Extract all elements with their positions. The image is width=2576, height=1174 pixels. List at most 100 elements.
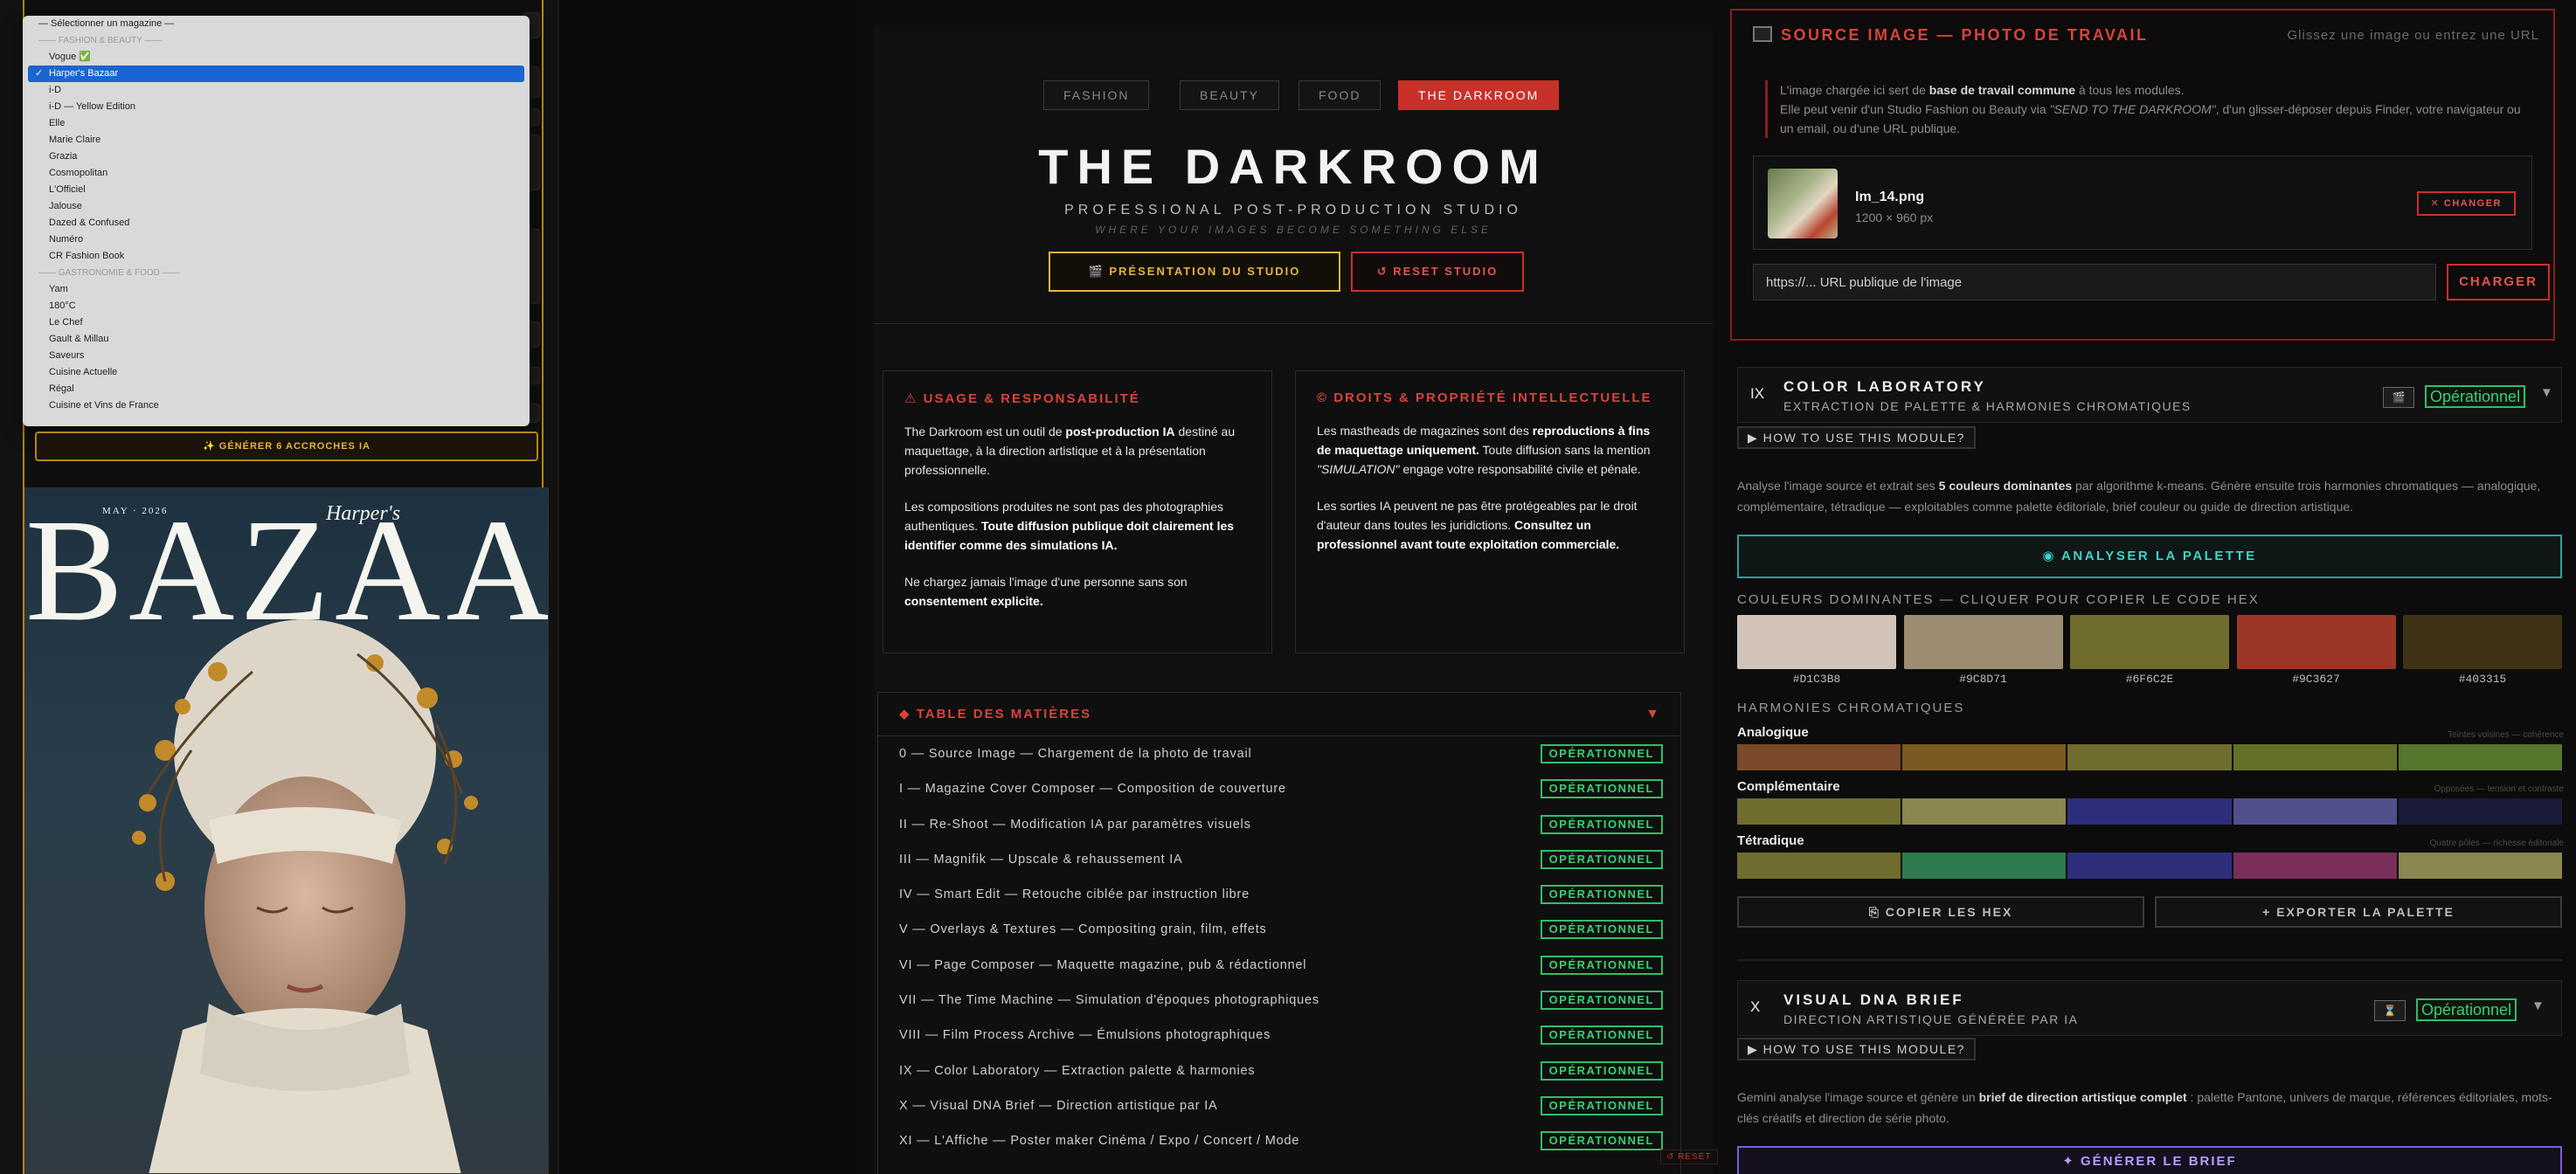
harmony-swatch[interactable] — [2398, 853, 2563, 879]
generate-hooks-button[interactable]: ✨ GÉNÉRER 6 ACCROCHES IA — [35, 432, 538, 461]
dropdown-option[interactable]: Vogue ✅ — [23, 49, 530, 66]
dropdown-option[interactable]: Jalouse — [23, 198, 530, 215]
toc-item-label: 0 — Source Image — Chargement de la phot… — [899, 747, 1252, 761]
module-title: COLOR LABORATORY — [1783, 378, 1986, 395]
dropdown-option[interactable]: 180°C — [23, 298, 530, 314]
tab-fashion[interactable]: FASHION — [1043, 80, 1150, 110]
harmony-swatch[interactable] — [2067, 798, 2232, 825]
dropdown-food-list: Yam 180°C Le Chef Gault & Millau Saveurs Cuis… — [23, 281, 530, 414]
loaded-file-card: Im_14.png 1200 × 960 px ✕ CHANGER — [1753, 155, 2532, 250]
copy-hex-button[interactable]: ⎘ COPIER LES HEX — [1737, 896, 2144, 928]
harmony-name: Complémentaire — [1737, 779, 1840, 794]
dropdown-option[interactable]: Cuisine et Vins de France — [23, 397, 530, 414]
toc-header[interactable]: ◆ TABLE DES MATIÈRES ▼ — [878, 693, 1680, 736]
harmony-swatch[interactable] — [1902, 798, 2067, 825]
dropdown-option[interactable]: Yam — [23, 281, 530, 298]
tab-beauty[interactable]: BEAUTY — [1180, 80, 1280, 110]
toc-item[interactable]: VII — The Time Machine — Simulation d'ép… — [878, 983, 1680, 1018]
swatch-hex-label: #9C8D71 — [1959, 673, 2007, 686]
color-lab-header[interactable]: IX COLOR LABORATORY EXTRACTION DE PALETT… — [1737, 367, 2562, 423]
analyse-palette-button[interactable]: ◉ ANALYSER LA PALETTE — [1737, 535, 2562, 578]
toc-item[interactable]: VI — Page Composer — Maquette magazine, … — [878, 948, 1680, 983]
dropdown-placeholder[interactable]: — Sélectionner un magazine — — [23, 16, 530, 32]
dropdown-option[interactable]: Saveurs — [23, 348, 530, 364]
image-url-input[interactable] — [1753, 264, 2436, 300]
toc-item[interactable]: XI — L'Affiche — Poster maker Cinéma / E… — [878, 1123, 1680, 1158]
dropdown-option[interactable]: Le Chef — [23, 314, 530, 331]
film-icon[interactable]: 🎬 — [2383, 387, 2414, 408]
chevron-down-icon[interactable]: ▼ — [2531, 998, 2545, 1013]
harmony-swatch[interactable] — [2067, 744, 2232, 770]
source-image-module[interactable]: SOURCE IMAGE — PHOTO DE TRAVAIL Glissez … — [1730, 9, 2555, 341]
harmony-swatch[interactable] — [2398, 744, 2563, 770]
chevron-down-icon[interactable]: ▼ — [1645, 693, 1661, 736]
dropdown-option[interactable]: Dazed & Confused — [23, 215, 530, 231]
presentation-button[interactable]: 🎬 PRÉSENTATION DU STUDIO — [1049, 252, 1340, 292]
harmony-name: Analogique — [1737, 725, 1809, 740]
dropdown-option[interactable]: Gault & Millau — [23, 331, 530, 348]
harmony-swatch[interactable] — [1737, 853, 1901, 879]
dropdown-option[interactable]: Elle — [23, 115, 530, 132]
toc-item[interactable]: V — Overlays & Textures — Compositing gr… — [878, 912, 1680, 947]
color-swatch[interactable] — [2236, 615, 2396, 669]
dropdown-option[interactable]: CR Fashion Book — [23, 248, 530, 265]
dropdown-option-label: Elle — [49, 118, 66, 128]
harmony-swatch[interactable] — [2233, 798, 2397, 825]
chevron-down-icon[interactable]: ▼ — [2540, 385, 2553, 400]
toc-item[interactable]: X — Visual DNA Brief — Direction artisti… — [878, 1088, 1680, 1123]
toc-item[interactable]: III — Magnifik — Upscale & rehaussement … — [878, 842, 1680, 877]
harmony-swatch[interactable] — [1737, 744, 1901, 770]
reset-mini-button[interactable]: ↺ RESET — [1660, 1150, 1718, 1164]
color-swatch[interactable] — [1903, 615, 2063, 669]
module-number: X — [1750, 998, 1761, 1015]
tab-food[interactable]: FOOD — [1298, 80, 1381, 110]
toc-item[interactable]: II — Re-Shoot — Modification IA par para… — [878, 807, 1680, 842]
dropdown-option[interactable]: Cuisine Actuelle — [23, 364, 530, 381]
visual-dna-header[interactable]: X VISUAL DNA BRIEF DIRECTION ARTISTIQUE … — [1737, 980, 2562, 1036]
generate-brief-button[interactable]: ✦ GÉNÉRER LE BRIEF — [1737, 1146, 2562, 1174]
module-title: VISUAL DNA BRIEF — [1783, 991, 1964, 1008]
change-image-button[interactable]: ✕ CHANGER — [2416, 191, 2516, 216]
harmony-bar — [1737, 798, 2563, 825]
how-to-use-button[interactable]: ▶ HOW TO USE THIS MODULE? — [1737, 1038, 1976, 1060]
toc-item[interactable]: IV — Smart Edit — Retouche ciblée par in… — [878, 877, 1680, 912]
load-url-button[interactable]: CHARGER — [2447, 264, 2550, 300]
dropdown-option[interactable]: Numéro — [23, 231, 530, 248]
harmony-swatch[interactable] — [2067, 853, 2232, 879]
toc-item[interactable]: I — Magazine Cover Composer — Compositio… — [878, 771, 1680, 806]
dropdown-option[interactable]: i-D — [23, 82, 530, 99]
dropdown-option[interactable]: Cosmopolitan — [23, 165, 530, 182]
harmony-swatch[interactable] — [2398, 798, 2563, 825]
color-swatch[interactable] — [2070, 615, 2229, 669]
tab-the-darkroom[interactable]: THE DARKROOM — [1398, 80, 1560, 110]
dropdown-option[interactable]: i-D — Yellow Edition — [23, 99, 530, 115]
image-icon — [1753, 26, 1772, 42]
harmony-swatch[interactable] — [2233, 744, 2397, 770]
color-swatch[interactable] — [2403, 615, 2562, 669]
toc-item-label: IV — Smart Edit — Retouche ciblée par in… — [899, 887, 1250, 902]
harmony-swatch[interactable] — [1737, 798, 1901, 825]
toc-item[interactable]: VIII — Film Process Archive — Émulsions … — [878, 1018, 1680, 1053]
toc-item-label: V — Overlays & Textures — Compositing gr… — [899, 922, 1267, 937]
harmony-swatch[interactable] — [1902, 744, 2067, 770]
toc-item[interactable]: 0 — Source Image — Chargement de la phot… — [878, 736, 1680, 771]
harmony-swatch[interactable] — [2233, 853, 2397, 879]
dropdown-option[interactable]: ✓ Harper's Bazaar — [28, 66, 524, 82]
how-to-use-button[interactable]: ▶ HOW TO USE THIS MODULE? — [1737, 426, 1976, 449]
status-badge: OPÉRATIONNEL — [1540, 955, 1663, 975]
status-badge: OPÉRATIONNEL — [1540, 849, 1663, 869]
dropdown-option[interactable]: L'Officiel — [23, 182, 530, 198]
export-palette-button[interactable]: + EXPORTER LA PALETTE — [2155, 896, 2562, 928]
dropdown-option[interactable]: Marie Claire — [23, 132, 530, 148]
hourglass-icon[interactable]: ⌛ — [2374, 1000, 2406, 1021]
toc-item[interactable]: IX — Color Laboratory — Extraction palet… — [878, 1053, 1680, 1088]
dropdown-option[interactable]: Régal — [23, 381, 530, 397]
magazine-dropdown[interactable]: — Sélectionner un magazine — —— FASHION … — [23, 16, 530, 426]
color-swatch[interactable] — [1737, 615, 1896, 669]
reset-studio-button[interactable]: ↺ RESET STUDIO — [1351, 252, 1524, 292]
modules-column: SOURCE IMAGE — PHOTO DE TRAVAIL Glissez … — [1728, 0, 2576, 1174]
dropdown-option[interactable]: Grazia — [23, 148, 530, 165]
status-badge: OPÉRATIONNEL — [1540, 991, 1663, 1011]
harmony-swatch[interactable] — [1902, 853, 2067, 879]
source-title: SOURCE IMAGE — PHOTO DE TRAVAIL — [1781, 26, 2149, 44]
